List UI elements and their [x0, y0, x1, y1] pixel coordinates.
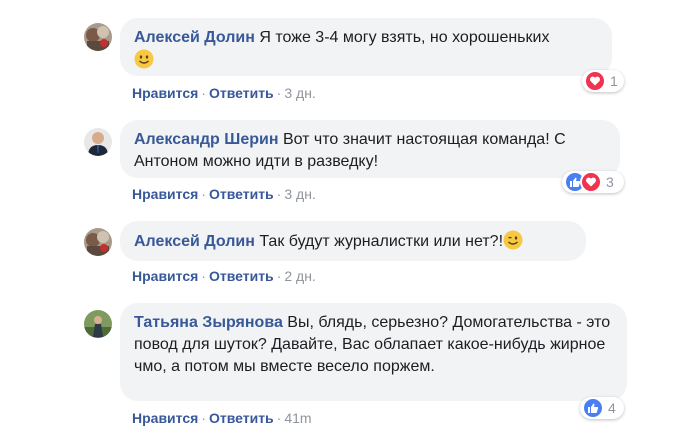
like-reaction-icon [582, 397, 604, 419]
comment-time[interactable]: 3 дн. [284, 85, 315, 101]
avatar[interactable] [84, 128, 112, 156]
reactions-summary[interactable]: 3 [562, 171, 624, 193]
comment-author[interactable]: Александр Шерин [134, 131, 278, 148]
reactions-summary[interactable]: 1 [582, 70, 624, 92]
reply-link[interactable]: Ответить [209, 268, 274, 284]
reply-link[interactable]: Ответить [209, 186, 274, 202]
slightly-smiling-face-icon [134, 49, 154, 69]
comment-bubble: Алексей Долин Я тоже 3-4 могу взять, но … [120, 18, 612, 76]
avatar[interactable] [84, 310, 112, 338]
comment-actions: Нравится · Ответить · 3 дн. [132, 85, 316, 101]
like-link[interactable]: Нравится [132, 410, 198, 426]
comment-bubble: Александр Шерин Вот что значит настоящая… [120, 120, 620, 178]
comment-author[interactable]: Алексей Долин [134, 233, 255, 250]
comment-time[interactable]: 2 дн. [284, 268, 315, 284]
comment-bubble: Татьяна Зырянова Вы, блядь, серьезно? До… [120, 303, 627, 401]
comment-text: Так будут журналистки или нет?! [259, 233, 504, 250]
comment-actions: Нравится · Ответить · 2 дн. [132, 268, 316, 284]
avatar[interactable] [84, 228, 112, 256]
reply-link[interactable]: Ответить [209, 410, 274, 426]
comment-actions: Нравится · Ответить · 3 дн. [132, 186, 316, 202]
comment-bubble: Алексей Долин Так будут журналистки или … [120, 221, 586, 261]
like-link[interactable]: Нравится [132, 186, 198, 202]
like-link[interactable]: Нравится [132, 268, 198, 284]
reactions-summary[interactable]: 4 [580, 397, 624, 419]
like-link[interactable]: Нравится [132, 85, 198, 101]
avatar[interactable] [84, 23, 112, 51]
comment-author[interactable]: Татьяна Зырянова [134, 314, 283, 331]
comment-actions: Нравится · Ответить · 41m [132, 410, 312, 426]
winking-face-icon [503, 230, 523, 250]
reaction-count: 3 [606, 174, 614, 190]
comment-text: Я тоже 3-4 могу взять, но хорошеньких [259, 29, 550, 46]
reply-link[interactable]: Ответить [209, 85, 274, 101]
comment-time[interactable]: 41m [284, 410, 311, 426]
love-reaction-icon [580, 171, 602, 193]
reaction-count: 1 [610, 73, 618, 89]
reaction-count: 4 [608, 400, 616, 416]
comment-author[interactable]: Алексей Долин [134, 29, 255, 46]
comment-time[interactable]: 3 дн. [284, 186, 315, 202]
love-reaction-icon [584, 70, 606, 92]
